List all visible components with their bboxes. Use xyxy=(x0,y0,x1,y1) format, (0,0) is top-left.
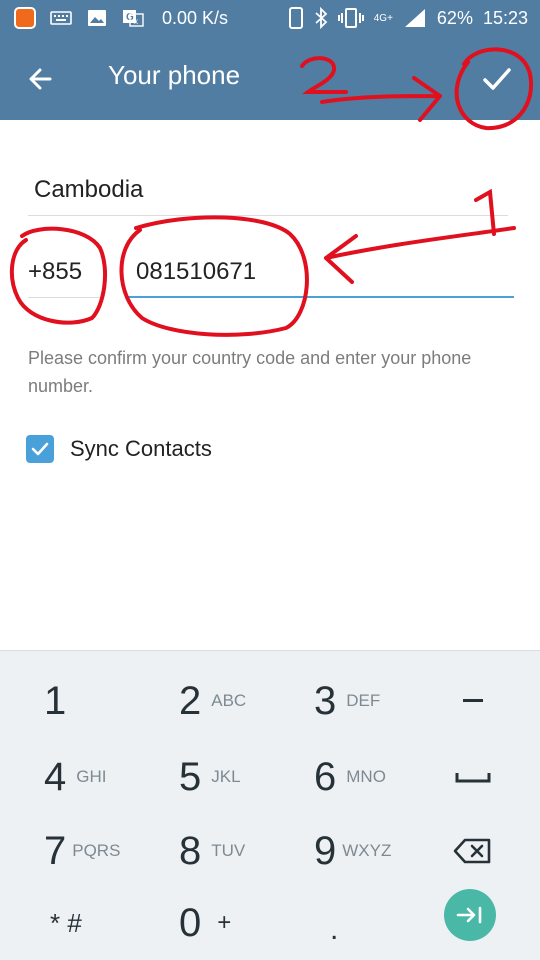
svg-text:x: x xyxy=(134,17,138,26)
numeric-keypad: 1 2 ABC 3 DEF 4 GHI 5 JKL 6 MNO 7 PQRS 8… xyxy=(0,650,540,960)
space-icon xyxy=(455,773,490,783)
phone-number-field[interactable]: 081510671 xyxy=(128,246,514,298)
keyboard-icon xyxy=(50,11,72,25)
key-4[interactable]: 4 GHI xyxy=(0,739,135,815)
minus-key[interactable] xyxy=(405,663,540,739)
arrow-left-icon[interactable] xyxy=(20,58,62,100)
bluetooth-icon xyxy=(315,7,328,29)
signal-icon xyxy=(404,9,425,27)
country-code: +855 xyxy=(28,258,83,285)
key-5[interactable]: 5 JKL xyxy=(135,739,270,815)
vibrate-icon xyxy=(337,8,364,28)
key-dot[interactable]: . xyxy=(270,885,405,960)
sync-contacts-checkbox[interactable] xyxy=(26,435,54,463)
key-6[interactable]: 6 MNO xyxy=(270,739,405,815)
phone-icon xyxy=(288,7,303,29)
key-0[interactable]: 0 + xyxy=(135,885,270,960)
next-button[interactable] xyxy=(444,889,496,941)
checkmark-icon[interactable] xyxy=(474,56,520,102)
image-icon xyxy=(88,10,106,26)
key-7[interactable]: 7 PQRS xyxy=(0,813,135,889)
key-2[interactable]: 2 ABC xyxy=(135,663,270,739)
minus-icon xyxy=(462,699,483,702)
page-title: Your phone xyxy=(108,60,241,90)
status-bar: G x 0.00 K/s 4G+ 62% 15:23 xyxy=(0,0,540,36)
sync-contacts-option[interactable]: Sync Contacts xyxy=(26,434,212,464)
key-8[interactable]: 8 TUV xyxy=(135,813,270,889)
clock: 15:23 xyxy=(482,7,528,28)
country-name: Cambodia xyxy=(34,176,144,203)
backspace-key[interactable] xyxy=(405,813,540,889)
space-key[interactable] xyxy=(405,739,540,815)
check-icon xyxy=(31,442,49,456)
next-icon xyxy=(456,906,482,924)
hint-text: Please confirm your country code and ent… xyxy=(28,348,472,396)
app-bar: Your phone xyxy=(0,36,540,120)
battery-percent: 62% xyxy=(436,7,473,28)
backspace-icon xyxy=(453,838,490,864)
app-icon xyxy=(14,7,36,29)
key-1[interactable]: 1 xyxy=(0,663,135,739)
key-3[interactable]: 3 DEF xyxy=(270,663,405,739)
sync-contacts-label: Sync Contacts xyxy=(70,436,212,461)
network-type: 4G+ xyxy=(373,12,393,24)
phone-number: 081510671 xyxy=(136,258,257,285)
country-field[interactable]: Cambodia xyxy=(28,160,508,216)
translate-icon: G x xyxy=(123,10,144,27)
key-9[interactable]: 9 WXYZ xyxy=(270,813,405,889)
network-speed: 0.00 K/s xyxy=(162,7,229,28)
key-star-hash[interactable]: * # xyxy=(0,885,135,960)
country-code-field[interactable]: +855 xyxy=(28,246,104,298)
